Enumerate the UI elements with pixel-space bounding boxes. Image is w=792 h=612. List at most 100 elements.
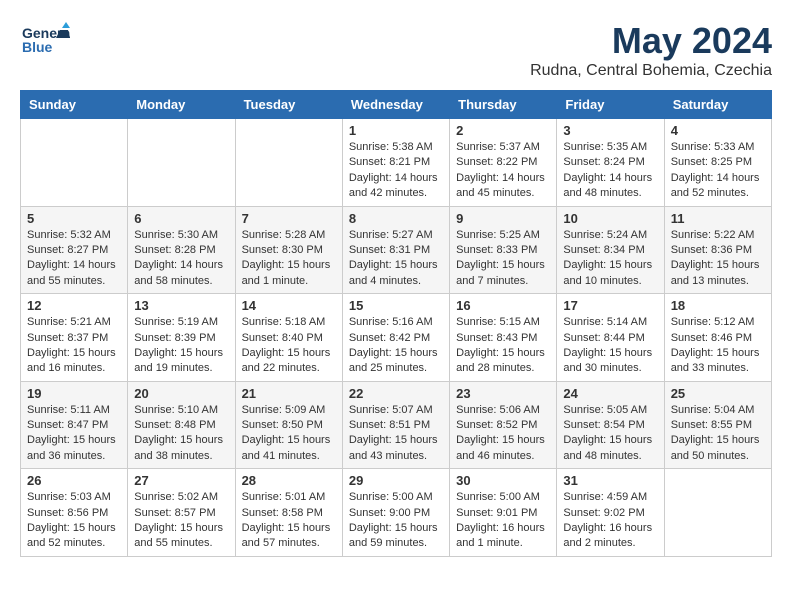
day-cell: 11 Sunrise: 5:22 AM Sunset: 8:36 PM Dayl… <box>664 206 771 294</box>
sunrise-text: Sunrise: 5:37 AM <box>456 141 540 153</box>
day-content: Sunrise: 5:02 AM Sunset: 8:57 PM Dayligh… <box>134 490 228 552</box>
day-content: Sunrise: 5:28 AM Sunset: 8:30 PM Dayligh… <box>242 228 336 290</box>
daylight-text: Daylight: 15 hours and 48 minutes. <box>563 434 652 461</box>
sunset-text: Sunset: 8:28 PM <box>134 244 215 256</box>
sunset-text: Sunset: 8:54 PM <box>563 419 644 431</box>
sunrise-text: Sunrise: 5:15 AM <box>456 316 540 328</box>
day-content: Sunrise: 5:16 AM Sunset: 8:42 PM Dayligh… <box>349 315 443 377</box>
sunrise-text: Sunrise: 5:21 AM <box>27 316 111 328</box>
day-number: 5 <box>27 211 121 226</box>
sunset-text: Sunset: 8:43 PM <box>456 332 537 344</box>
sunset-text: Sunset: 8:24 PM <box>563 156 644 168</box>
day-content: Sunrise: 5:25 AM Sunset: 8:33 PM Dayligh… <box>456 228 550 290</box>
sunset-text: Sunset: 8:34 PM <box>563 244 644 256</box>
sunset-text: Sunset: 8:27 PM <box>27 244 108 256</box>
sunset-text: Sunset: 8:21 PM <box>349 156 430 168</box>
sunrise-text: Sunrise: 5:10 AM <box>134 404 218 416</box>
sunrise-text: Sunrise: 5:00 AM <box>456 491 540 503</box>
sunrise-text: Sunrise: 5:14 AM <box>563 316 647 328</box>
sunrise-text: Sunrise: 5:01 AM <box>242 491 326 503</box>
daylight-text: Daylight: 14 hours and 55 minutes. <box>27 259 116 286</box>
day-cell: 31 Sunrise: 4:59 AM Sunset: 9:02 PM Dayl… <box>557 469 664 557</box>
day-content: Sunrise: 5:14 AM Sunset: 8:44 PM Dayligh… <box>563 315 657 377</box>
day-number: 29 <box>349 473 443 488</box>
sunrise-text: Sunrise: 5:24 AM <box>563 229 647 241</box>
day-content: Sunrise: 5:10 AM Sunset: 8:48 PM Dayligh… <box>134 403 228 465</box>
day-number: 14 <box>242 298 336 313</box>
daylight-text: Daylight: 15 hours and 28 minutes. <box>456 347 545 374</box>
week-row-1: 1 Sunrise: 5:38 AM Sunset: 8:21 PM Dayli… <box>21 119 772 207</box>
day-number: 25 <box>671 386 765 401</box>
day-number: 21 <box>242 386 336 401</box>
sunrise-text: Sunrise: 5:19 AM <box>134 316 218 328</box>
sunset-text: Sunset: 8:30 PM <box>242 244 323 256</box>
day-number: 3 <box>563 123 657 138</box>
daylight-text: Daylight: 15 hours and 22 minutes. <box>242 347 331 374</box>
day-content: Sunrise: 5:24 AM Sunset: 8:34 PM Dayligh… <box>563 228 657 290</box>
daylight-text: Daylight: 15 hours and 38 minutes. <box>134 434 223 461</box>
sunset-text: Sunset: 8:52 PM <box>456 419 537 431</box>
day-content: Sunrise: 5:04 AM Sunset: 8:55 PM Dayligh… <box>671 403 765 465</box>
weekday-header-tuesday: Tuesday <box>235 91 342 119</box>
daylight-text: Daylight: 15 hours and 1 minute. <box>242 259 331 286</box>
day-content: Sunrise: 5:01 AM Sunset: 8:58 PM Dayligh… <box>242 490 336 552</box>
day-cell <box>664 469 771 557</box>
sunrise-text: Sunrise: 5:28 AM <box>242 229 326 241</box>
logo-icon: General Blue <box>20 20 70 60</box>
sunset-text: Sunset: 8:33 PM <box>456 244 537 256</box>
sunset-text: Sunset: 8:39 PM <box>134 332 215 344</box>
day-cell: 13 Sunrise: 5:19 AM Sunset: 8:39 PM Dayl… <box>128 294 235 382</box>
sunset-text: Sunset: 8:44 PM <box>563 332 644 344</box>
sunset-text: Sunset: 9:01 PM <box>456 507 537 519</box>
daylight-text: Daylight: 14 hours and 42 minutes. <box>349 172 438 199</box>
day-number: 18 <box>671 298 765 313</box>
day-content: Sunrise: 5:07 AM Sunset: 8:51 PM Dayligh… <box>349 403 443 465</box>
day-content: Sunrise: 5:09 AM Sunset: 8:50 PM Dayligh… <box>242 403 336 465</box>
day-cell: 26 Sunrise: 5:03 AM Sunset: 8:56 PM Dayl… <box>21 469 128 557</box>
sunrise-text: Sunrise: 5:22 AM <box>671 229 755 241</box>
sunset-text: Sunset: 8:58 PM <box>242 507 323 519</box>
day-content: Sunrise: 5:27 AM Sunset: 8:31 PM Dayligh… <box>349 228 443 290</box>
day-number: 10 <box>563 211 657 226</box>
daylight-text: Daylight: 15 hours and 43 minutes. <box>349 434 438 461</box>
daylight-text: Daylight: 15 hours and 55 minutes. <box>134 522 223 549</box>
calendar-table: SundayMondayTuesdayWednesdayThursdayFrid… <box>20 90 772 557</box>
day-content: Sunrise: 5:18 AM Sunset: 8:40 PM Dayligh… <box>242 315 336 377</box>
day-cell: 22 Sunrise: 5:07 AM Sunset: 8:51 PM Dayl… <box>342 381 449 469</box>
sunset-text: Sunset: 8:56 PM <box>27 507 108 519</box>
sunset-text: Sunset: 8:40 PM <box>242 332 323 344</box>
sunrise-text: Sunrise: 5:33 AM <box>671 141 755 153</box>
day-cell: 6 Sunrise: 5:30 AM Sunset: 8:28 PM Dayli… <box>128 206 235 294</box>
sunset-text: Sunset: 8:48 PM <box>134 419 215 431</box>
day-number: 24 <box>563 386 657 401</box>
day-content: Sunrise: 4:59 AM Sunset: 9:02 PM Dayligh… <box>563 490 657 552</box>
sunrise-text: Sunrise: 5:16 AM <box>349 316 433 328</box>
day-cell: 27 Sunrise: 5:02 AM Sunset: 8:57 PM Dayl… <box>128 469 235 557</box>
title-block: May 2024 Rudna, Central Bohemia, Czechia <box>530 20 772 80</box>
daylight-text: Daylight: 15 hours and 7 minutes. <box>456 259 545 286</box>
sunset-text: Sunset: 8:55 PM <box>671 419 752 431</box>
day-content: Sunrise: 5:05 AM Sunset: 8:54 PM Dayligh… <box>563 403 657 465</box>
daylight-text: Daylight: 15 hours and 19 minutes. <box>134 347 223 374</box>
day-cell: 20 Sunrise: 5:10 AM Sunset: 8:48 PM Dayl… <box>128 381 235 469</box>
day-cell: 2 Sunrise: 5:37 AM Sunset: 8:22 PM Dayli… <box>450 119 557 207</box>
daylight-text: Daylight: 15 hours and 52 minutes. <box>27 522 116 549</box>
weekday-header-row: SundayMondayTuesdayWednesdayThursdayFrid… <box>21 91 772 119</box>
day-number: 16 <box>456 298 550 313</box>
sunrise-text: Sunrise: 5:35 AM <box>563 141 647 153</box>
day-content: Sunrise: 5:32 AM Sunset: 8:27 PM Dayligh… <box>27 228 121 290</box>
day-number: 26 <box>27 473 121 488</box>
sunrise-text: Sunrise: 5:38 AM <box>349 141 433 153</box>
sunset-text: Sunset: 9:00 PM <box>349 507 430 519</box>
week-row-5: 26 Sunrise: 5:03 AM Sunset: 8:56 PM Dayl… <box>21 469 772 557</box>
day-number: 22 <box>349 386 443 401</box>
daylight-text: Daylight: 15 hours and 16 minutes. <box>27 347 116 374</box>
daylight-text: Daylight: 15 hours and 33 minutes. <box>671 347 760 374</box>
day-cell: 7 Sunrise: 5:28 AM Sunset: 8:30 PM Dayli… <box>235 206 342 294</box>
day-cell: 1 Sunrise: 5:38 AM Sunset: 8:21 PM Dayli… <box>342 119 449 207</box>
day-content: Sunrise: 5:11 AM Sunset: 8:47 PM Dayligh… <box>27 403 121 465</box>
day-cell: 9 Sunrise: 5:25 AM Sunset: 8:33 PM Dayli… <box>450 206 557 294</box>
day-number: 15 <box>349 298 443 313</box>
sunrise-text: Sunrise: 5:03 AM <box>27 491 111 503</box>
sunrise-text: Sunrise: 5:18 AM <box>242 316 326 328</box>
